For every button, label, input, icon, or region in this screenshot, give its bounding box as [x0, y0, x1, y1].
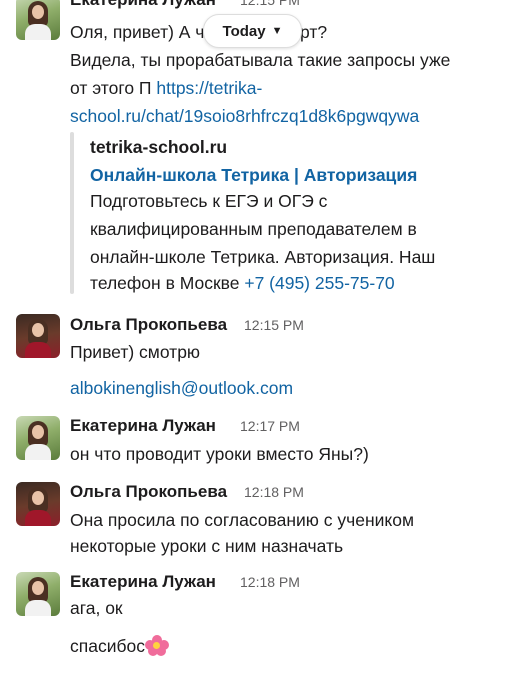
message-link[interactable]: school.ru/chat/19soio8rhfrczq1d8k6pgwqyw…: [70, 102, 419, 130]
unfurl-description: Подготовьтесь к ЕГЭ и ОГЭ с: [90, 191, 328, 211]
avatar[interactable]: [16, 0, 60, 40]
message-text: спасибос: [70, 632, 169, 660]
unfurl-description: телефон в Москве +7 (495) 255-75-70: [90, 269, 395, 297]
chevron-down-icon: ▼: [271, 25, 283, 37]
message-text: Она просила по согласованию с учеником: [70, 510, 415, 530]
author-name[interactable]: Ольга Прокопьева: [70, 482, 227, 502]
author-name[interactable]: Екатерина Лужан: [70, 0, 216, 10]
cherry-blossom-emoji-icon: [145, 635, 169, 656]
message-5: Екатерина Лужан 12:18 PM ага, ок спасибо…: [0, 568, 508, 674]
message-text-fragment: спасибос: [70, 636, 145, 656]
message-text: ага, ок: [70, 598, 123, 618]
message-text: Привет) смотрю: [70, 342, 201, 362]
message-3: Екатерина Лужан 12:17 PM он что проводит…: [0, 410, 508, 470]
message-text: он что проводит уроки вместо Яны?): [70, 444, 369, 464]
date-divider-label: Today: [222, 22, 266, 40]
timestamp[interactable]: 12:17 PM: [240, 418, 300, 434]
avatar[interactable]: [16, 416, 60, 460]
timestamp[interactable]: 12:15 PM: [240, 0, 300, 8]
avatar[interactable]: [16, 482, 60, 526]
author-name[interactable]: Екатерина Лужан: [70, 416, 216, 436]
avatar[interactable]: [16, 572, 60, 616]
avatar[interactable]: [16, 314, 60, 358]
message-text: некоторые уроки с ним назначать: [70, 536, 344, 556]
timestamp[interactable]: 12:18 PM: [244, 484, 304, 500]
unfurl-description: онлайн-школе Тетрика. Авторизация. Наш: [90, 247, 436, 267]
timestamp[interactable]: 12:15 PM: [244, 317, 304, 333]
author-name[interactable]: Ольга Прокопьева: [70, 315, 227, 335]
unfurl-bar: [70, 132, 74, 294]
timestamp[interactable]: 12:18 PM: [240, 574, 300, 590]
email-link[interactable]: albokinenglish@outlook.com: [70, 374, 293, 402]
message-text-fragment: от этого П: [70, 78, 157, 98]
date-divider-button[interactable]: Today ▼: [203, 14, 302, 48]
author-name[interactable]: Екатерина Лужан: [70, 572, 216, 592]
message-text: от этого П https://tetrika-: [70, 74, 262, 102]
message-link[interactable]: https://tetrika-: [156, 78, 262, 98]
phone-link[interactable]: +7 (495) 255-75-70: [244, 273, 394, 293]
message-text: Видела, ты прорабатывала такие запросы у…: [70, 50, 451, 70]
unfurl-site-name: tetrika-school.ru: [90, 137, 228, 157]
message-4: Ольга Прокопьева 12:18 PM Она просила по…: [0, 478, 508, 563]
unfurl-description-fragment: телефон в Москве: [90, 273, 245, 293]
message-2: Ольга Прокопьева 12:15 PM Привет) смотрю…: [0, 310, 508, 405]
unfurl-title-link[interactable]: Онлайн-школа Тетрика | Авторизация: [90, 161, 417, 189]
unfurl-description: квалифицированным преподавателем в: [90, 219, 417, 239]
